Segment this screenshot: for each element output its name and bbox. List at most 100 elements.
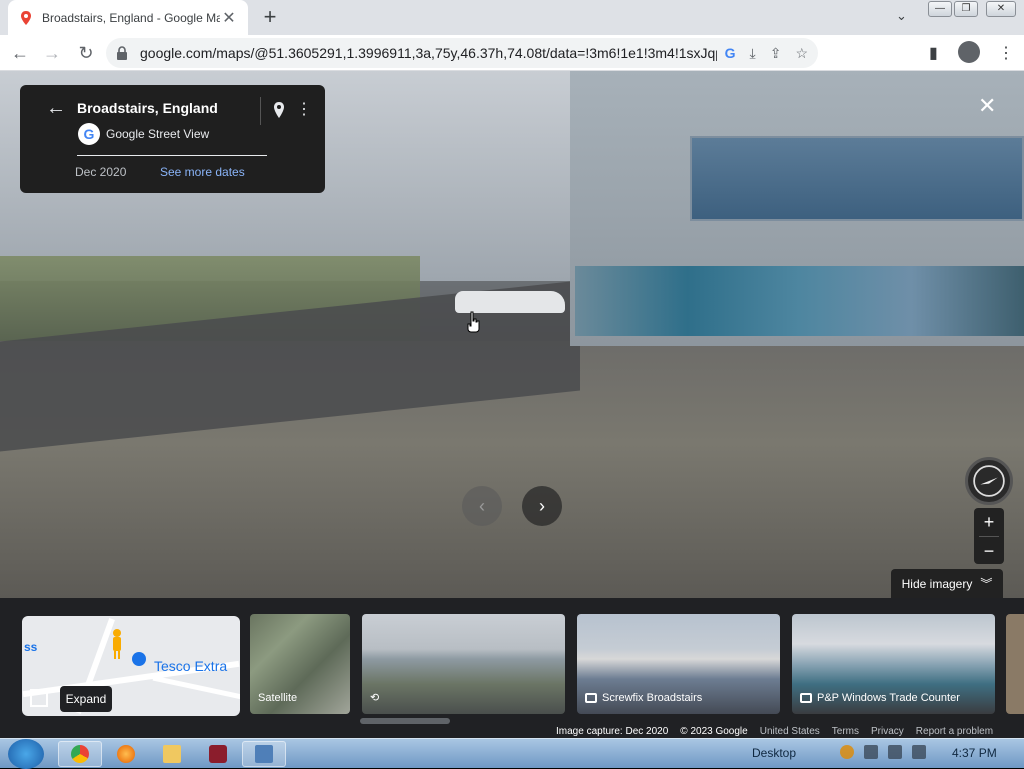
collapse-chevron-icon: ︾ (980, 577, 993, 591)
firefox-icon (117, 745, 135, 763)
back-icon[interactable]: ← (8, 41, 32, 65)
see-more-dates-link[interactable]: See more dates (160, 165, 245, 179)
taskbar-explorer[interactable] (150, 741, 194, 767)
shopping-pin-icon (132, 652, 146, 666)
app-shield-icon (209, 745, 227, 763)
map-place-label: Tesco Extra (154, 658, 228, 674)
thumbnail-scrollbar[interactable] (360, 718, 450, 724)
volume-muted-icon[interactable] (864, 745, 878, 759)
street-view-subtitle: Google Street View (106, 127, 210, 141)
map-side-text: ss (24, 640, 38, 654)
taskbar-clock[interactable]: 4:37 PM (952, 746, 997, 760)
map-footer: Image capture: Dec 2020 © 2023 Google Un… (556, 726, 1024, 738)
parked-car (455, 291, 565, 313)
minimize-button[interactable]: — (928, 1, 952, 17)
next-image-button[interactable]: › (522, 486, 562, 526)
imagery-strip: ss Tesco Extra Expand Satellite ⟲ Screwf… (0, 598, 1024, 738)
browser-toolbar: ← → ↻ google.com/maps/@51.3605291,1.3996… (0, 35, 1024, 71)
card-divider (260, 97, 261, 125)
building-windows (690, 136, 1024, 221)
region-link[interactable]: United States (760, 726, 820, 738)
copyright-text: © 2023 Google (680, 726, 748, 737)
tab-search-icon[interactable]: ⌄ (896, 8, 907, 24)
bookmark-star-icon[interactable]: ☆ (795, 45, 808, 62)
tab-strip: Broadstairs, England - Google Maps ✕ + ⌄… (0, 0, 1024, 35)
forward-icon[interactable]: → (40, 41, 64, 65)
capture-date: Dec 2020 (75, 165, 127, 179)
place-title: Broadstairs, England (77, 100, 218, 116)
address-bar[interactable]: google.com/maps/@51.3605291,1.3996911,3a… (106, 38, 818, 68)
share-icon[interactable]: ⇪ (770, 45, 782, 62)
minimap-thumbnail[interactable]: ss Tesco Extra (22, 616, 240, 716)
google-maps-icon (21, 10, 31, 25)
thumbnail-caption: ⟲ (370, 691, 384, 704)
screwfix-photo-thumbnail[interactable]: Screwfix Broadstairs (577, 614, 780, 714)
network-icon[interactable] (912, 745, 926, 759)
360-view-icon: ⟲ (370, 692, 380, 704)
profile-avatar[interactable] (958, 41, 980, 63)
zoom-in-button[interactable]: + (974, 508, 1004, 536)
camera-icon (585, 693, 597, 703)
hide-imagery-label: Hide imagery (901, 576, 973, 591)
street-photo-thumbnail[interactable]: ⟲ (362, 614, 565, 714)
menu-icon[interactable]: ⋮ (998, 43, 1014, 63)
search-tray-icon[interactable] (840, 745, 854, 759)
chrome-icon (71, 745, 89, 763)
location-info-card: ← Broadstairs, England ⋮ G Google Street… (20, 85, 325, 193)
screwfix-label: Screwfix Broadstairs (602, 692, 703, 704)
back-arrow-icon[interactable]: ← (46, 97, 66, 120)
zoom-control: + − (974, 508, 1004, 564)
hand-cursor-icon (467, 311, 480, 333)
reload-icon[interactable]: ↻ (74, 41, 98, 65)
close-street-view-icon[interactable]: ✕ (978, 93, 996, 119)
folder-icon (163, 745, 181, 763)
building-murals (575, 266, 1024, 336)
google-logo-icon: G (78, 123, 100, 145)
partial-thumbnail[interactable] (1006, 614, 1024, 714)
system-tray (840, 745, 926, 759)
windows-taskbar: Desktop 4:37 PM (0, 738, 1024, 769)
flag-icon[interactable] (888, 745, 902, 759)
map-road (152, 675, 240, 702)
street-view-panorama[interactable]: ← Broadstairs, England ⋮ G Google Street… (0, 71, 1024, 598)
thumbnail-caption: Satellite (258, 692, 297, 704)
hide-imagery-button[interactable]: Hide imagery ︾ (891, 569, 1003, 598)
satellite-label: Satellite (258, 692, 298, 704)
thumbnail-caption: P&P Windows Trade Counter (800, 692, 960, 704)
image-capture-text: Image capture: Dec 2020 (556, 726, 669, 737)
window-app-icon (255, 745, 273, 763)
expand-icon[interactable] (30, 689, 48, 707)
install-icon[interactable]: ⤓ (750, 45, 756, 62)
windows-start-button[interactable] (8, 739, 44, 769)
taskbar-app-4[interactable] (196, 741, 240, 767)
pp-windows-photo-thumbnail[interactable]: P&P Windows Trade Counter (792, 614, 995, 714)
lock-icon (117, 46, 127, 60)
taskbar-chrome[interactable] (58, 741, 102, 767)
close-window-button[interactable]: ✕ (986, 1, 1016, 17)
taskbar-app-5[interactable] (242, 741, 286, 767)
camera-icon (800, 693, 812, 703)
card-separator (77, 155, 267, 156)
browser-tab[interactable]: Broadstairs, England - Google Maps ✕ (8, 0, 248, 35)
tab-close-icon[interactable]: ✕ (220, 8, 238, 28)
zoom-out-button[interactable]: − (974, 537, 1004, 565)
more-options-icon[interactable]: ⋮ (296, 99, 312, 119)
pegman-icon (113, 629, 121, 659)
privacy-link[interactable]: Privacy (871, 726, 904, 738)
pp-windows-label: P&P Windows Trade Counter (817, 692, 960, 704)
new-tab-button[interactable]: + (258, 5, 282, 29)
thumbnail-caption: Screwfix Broadstairs (585, 692, 702, 704)
desktop-toolbar-label[interactable]: Desktop (752, 746, 796, 760)
compass-icon[interactable] (965, 457, 1013, 505)
url-text: google.com/maps/@51.3605291,1.3996911,3a… (140, 45, 717, 61)
side-panel-icon[interactable]: ▮ (929, 43, 938, 63)
taskbar-firefox[interactable] (104, 741, 148, 767)
satellite-thumbnail[interactable]: Satellite (250, 614, 350, 714)
report-problem-link[interactable]: Report a problem (916, 726, 993, 738)
expand-tooltip: Expand (60, 686, 112, 712)
terms-link[interactable]: Terms (832, 726, 859, 738)
location-pin-icon[interactable] (272, 101, 286, 119)
previous-image-button[interactable]: ‹ (462, 486, 502, 526)
restore-button[interactable]: ❐ (954, 1, 978, 17)
google-lens-icon[interactable]: G (725, 45, 736, 61)
